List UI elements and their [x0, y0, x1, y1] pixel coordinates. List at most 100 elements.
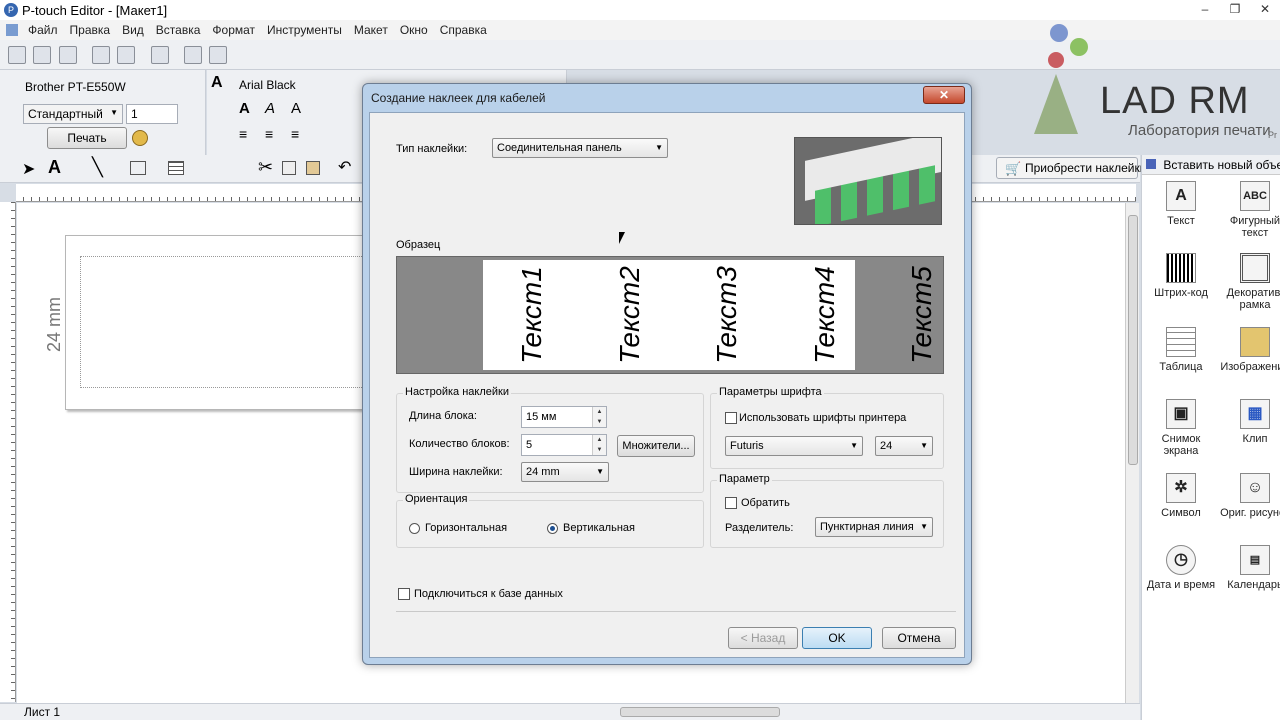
paste-icon[interactable]: [306, 161, 320, 175]
undo-icon[interactable]: ↶: [338, 157, 351, 177]
insert-screenshot-item[interactable]: ▣ Снимок экрана: [1146, 399, 1216, 457]
insert-clip-label: Клип: [1242, 433, 1268, 445]
font-params-group: Параметры шрифта Использовать шрифты при…: [710, 386, 944, 469]
block-count-field[interactable]: 5 ▲ ▼: [521, 434, 607, 456]
table-icon: [1166, 327, 1196, 357]
insert-table-label: Таблица: [1159, 361, 1203, 373]
database-icon[interactable]: [209, 46, 228, 64]
menu-file[interactable]: Файл: [22, 23, 64, 37]
font-name-field[interactable]: Arial Black: [235, 76, 375, 96]
insert-table-item[interactable]: Таблица: [1146, 327, 1216, 373]
cart-icon: 🛒: [1005, 161, 1022, 176]
horizontal-radio[interactable]: [409, 523, 420, 534]
print-preview-icon[interactable]: [117, 46, 136, 64]
menu-layout[interactable]: Макет: [348, 23, 394, 37]
spellcheck-icon[interactable]: [150, 46, 169, 64]
buy-labels-button[interactable]: 🛒 Приобрести наклейки: [996, 157, 1146, 179]
menu-window[interactable]: Окно: [394, 23, 434, 37]
insert-clip-item[interactable]: ▦ Клип: [1220, 399, 1280, 445]
sample-tape: Текст1 Текст2 Текст3 Текст4 Текст5: [483, 260, 937, 370]
vertical-scrollbar[interactable]: [1125, 203, 1139, 703]
use-printer-fonts-checkbox[interactable]: [725, 412, 737, 424]
bold-icon[interactable]: A: [239, 100, 250, 117]
new-icon[interactable]: [8, 46, 26, 64]
back-button[interactable]: < Назад: [728, 627, 798, 649]
align-left-icon[interactable]: ≡: [239, 126, 247, 142]
dialog-font-select[interactable]: Futuris: [725, 436, 863, 456]
cut-icon[interactable]: ✂: [258, 157, 273, 178]
menu-edit[interactable]: Правка: [64, 23, 117, 37]
mouse-cursor-icon: [619, 232, 625, 244]
italic-icon[interactable]: A: [265, 100, 275, 117]
table-tool-icon[interactable]: [168, 161, 184, 175]
insert-symbol-item[interactable]: ✲ Символ: [1146, 473, 1216, 519]
param-group: Параметр Обратить Разделитель: Пунктирна…: [710, 473, 944, 548]
insert-text-item[interactable]: A Текст: [1146, 181, 1216, 227]
align-right-icon[interactable]: ≡: [291, 126, 299, 142]
db-connect-label: Подключиться к базе данных: [414, 588, 563, 600]
block-length-field[interactable]: 15 мм ▲ ▼: [521, 406, 607, 428]
insert-object-panel: Вставить новый объект A Текст ABC Фигурный…: [1141, 155, 1280, 720]
line-tool-icon[interactable]: ╲: [92, 157, 103, 178]
cable-label-dialog: Создание наклеек для кабелей ✕ Тип накле…: [362, 83, 972, 665]
menu-format[interactable]: Формат: [206, 23, 261, 37]
insert-frame-item[interactable]: Декоратив. рамка: [1220, 253, 1280, 311]
scrollbar-thumb[interactable]: [1128, 215, 1138, 465]
block-count-value: 5: [526, 439, 533, 451]
insert-wordart-label: Фигурный текст: [1229, 215, 1280, 239]
insert-calendar-item[interactable]: ▤ Календарь: [1220, 545, 1280, 591]
sample-label: Образец: [396, 239, 441, 251]
menu-help[interactable]: Справка: [434, 23, 493, 37]
print-button[interactable]: Печать: [47, 127, 127, 149]
transfer-icon[interactable]: [184, 46, 203, 64]
insert-barcode-item[interactable]: Штрих-код: [1146, 253, 1216, 299]
dialog-font-size-select[interactable]: 24: [875, 436, 933, 456]
align-center-icon[interactable]: ≡: [265, 126, 273, 142]
font-icon: A: [211, 74, 223, 91]
db-connect-checkbox[interactable]: [398, 588, 410, 600]
separator-label: Разделитель:: [725, 522, 794, 534]
document-icon[interactable]: [6, 24, 18, 36]
insert-barcode-label: Штрих-код: [1154, 287, 1208, 299]
orientation-title: Ориентация: [403, 493, 470, 505]
printer-name: Brother PT-E550W: [25, 80, 126, 94]
outline-icon[interactable]: A: [291, 100, 301, 117]
label-page[interactable]: [65, 235, 385, 410]
label-width-select[interactable]: 24 mm: [521, 462, 609, 482]
menu-insert[interactable]: Вставка: [150, 23, 207, 37]
logo-circle-red: [1048, 52, 1064, 68]
horizontal-scrollbar[interactable]: [620, 707, 780, 717]
print-icon[interactable]: [92, 46, 111, 64]
separator-select[interactable]: Пунктирная линия: [815, 517, 933, 537]
vertical-ruler: [0, 202, 16, 702]
open-icon[interactable]: [33, 46, 52, 64]
label-type-select[interactable]: Соединительная панель: [492, 138, 668, 158]
options-icon[interactable]: [132, 130, 148, 146]
rectangle-tool-icon[interactable]: [130, 161, 146, 175]
insert-picture-item[interactable]: ☺ Ориг. рисунок: [1220, 473, 1280, 519]
insert-datetime-item[interactable]: ◷ Дата и время: [1146, 545, 1216, 591]
invert-checkbox[interactable]: [725, 497, 737, 509]
menu-tools[interactable]: Инструменты: [261, 23, 348, 37]
minimize-button[interactable]: –: [1190, 0, 1220, 20]
sheet-tab[interactable]: Лист 1: [24, 705, 60, 719]
font-params-title: Параметры шрифта: [717, 386, 824, 398]
save-icon[interactable]: [58, 46, 77, 64]
select-arrow-icon[interactable]: ➤: [22, 159, 35, 179]
block-length-spinner[interactable]: ▲ ▼: [592, 407, 606, 427]
menu-view[interactable]: Вид: [116, 23, 150, 37]
dialog-close-button[interactable]: ✕: [923, 86, 965, 104]
insert-wordart-item[interactable]: ABC Фигурный текст: [1220, 181, 1280, 239]
maximize-button[interactable]: ❐: [1220, 0, 1250, 20]
close-window-button[interactable]: ✕: [1250, 0, 1280, 20]
text-tool-icon[interactable]: A: [48, 157, 61, 178]
insert-image-item[interactable]: Изображение: [1220, 327, 1280, 373]
copies-field[interactable]: 1: [126, 104, 178, 124]
ok-button[interactable]: OK: [802, 627, 872, 649]
multipliers-button[interactable]: Множители...: [617, 435, 695, 457]
block-count-spinner[interactable]: ▲ ▼: [592, 435, 606, 455]
print-mode-select[interactable]: Стандартный: [23, 104, 123, 124]
cancel-button[interactable]: Отмена: [882, 627, 956, 649]
vertical-radio[interactable]: [547, 523, 558, 534]
copy-icon[interactable]: [282, 161, 296, 175]
